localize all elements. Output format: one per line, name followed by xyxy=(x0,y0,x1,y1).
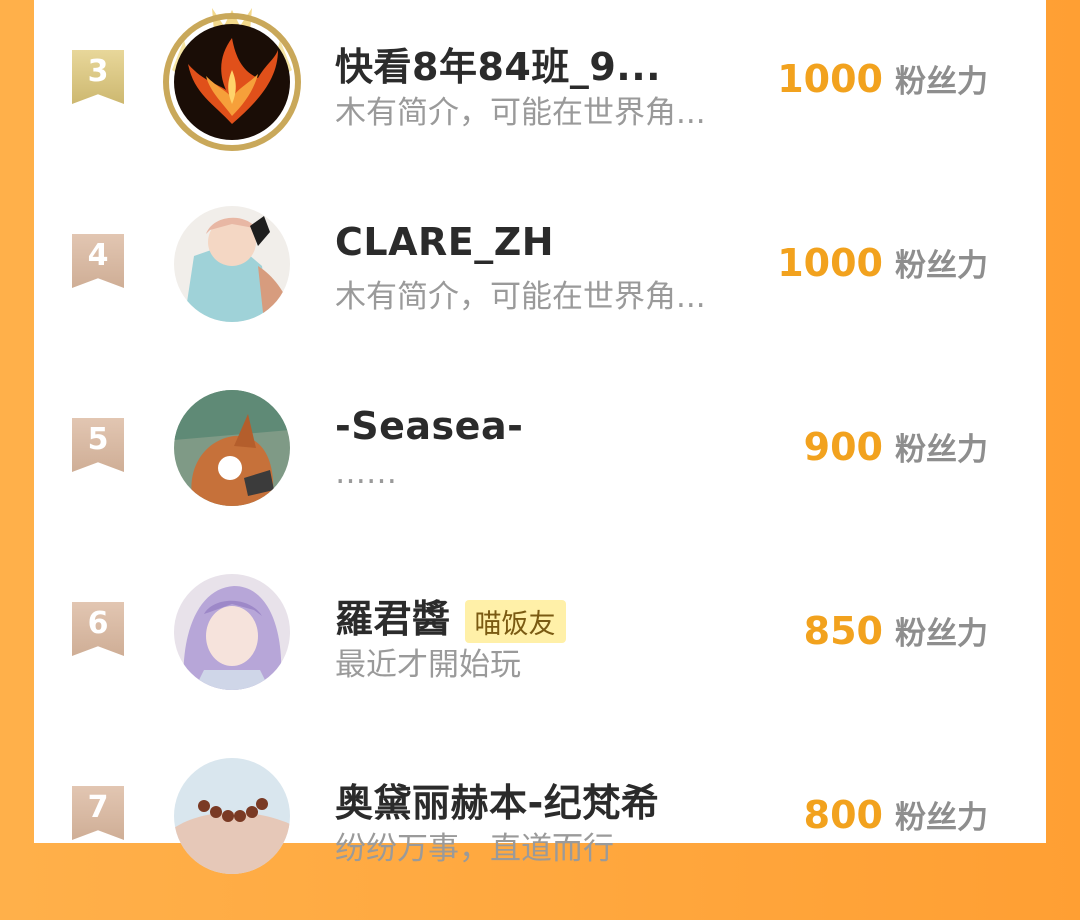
friend-tag: 喵饭友 xyxy=(464,600,566,643)
user-bio: 木有简介，可能在世界角... xyxy=(335,95,706,131)
score-value: 1000 xyxy=(777,241,883,285)
user-name[interactable]: 奥黛丽赫本-纪梵希 xyxy=(335,772,659,827)
user-name[interactable]: 羅君醬 喵饭友 xyxy=(335,588,566,643)
avatar-with-frame[interactable] xyxy=(163,8,301,151)
leaderboard-row[interactable]: 3 快看8年84班_9... 木有简介，可能在世界角... 1000 粉丝力 xyxy=(34,0,1046,184)
score-unit: 粉丝力 xyxy=(895,616,988,652)
rank-number: 7 xyxy=(87,790,109,825)
avatar-image xyxy=(174,206,290,322)
avatar[interactable] xyxy=(174,574,290,690)
score-unit: 粉丝力 xyxy=(895,248,988,284)
rank-badge: 5 xyxy=(72,418,124,472)
rank-number: 6 xyxy=(87,606,109,641)
avatar-image xyxy=(174,758,290,874)
rank-number: 3 xyxy=(87,54,109,89)
anime-girl-avatar-image xyxy=(174,206,290,322)
score-value: 900 xyxy=(803,425,883,469)
user-bio: …… xyxy=(335,455,397,491)
rank-badge: 4 xyxy=(72,234,124,288)
leaderboard-row[interactable]: 7 奥黛丽赫本-纪梵希 纷纷万事，直道而行 800 粉丝力 xyxy=(34,736,1046,920)
user-bio: 纷纷万事，直道而行 xyxy=(335,831,614,867)
phoenix-avatar-image xyxy=(174,24,290,140)
score-unit: 粉丝力 xyxy=(895,432,988,468)
score-value: 1000 xyxy=(777,57,883,101)
user-name[interactable]: -Seasea- xyxy=(335,404,523,448)
anime-girl-purple-hair-avatar-image xyxy=(174,574,290,690)
fan-power-score: 1000 粉丝力 xyxy=(777,56,988,101)
avatar[interactable] xyxy=(174,390,290,506)
score-value: 850 xyxy=(803,609,883,653)
fox-avatar-image xyxy=(174,390,290,506)
avatar-image xyxy=(174,574,290,690)
user-name-text: 羅君醬 xyxy=(335,597,451,641)
user-bio: 木有简介，可能在世界角... xyxy=(335,279,706,315)
fan-power-score: 900 粉丝力 xyxy=(804,424,988,469)
rank-badge: 6 xyxy=(72,602,124,656)
user-name[interactable]: CLARE_ZH xyxy=(335,220,554,264)
score-unit: 粉丝力 xyxy=(895,64,988,100)
fan-power-score: 1000 粉丝力 xyxy=(777,240,988,285)
avatar-image xyxy=(174,390,290,506)
rank-badge: 7 xyxy=(72,786,124,840)
user-bio: 最近才開始玩 xyxy=(335,647,521,683)
leaderboard-row[interactable]: 5 -Seasea- …… 900 粉丝力 xyxy=(34,368,1046,552)
rank-badge: 3 xyxy=(72,50,124,104)
score-unit: 粉丝力 xyxy=(895,800,988,836)
avatar[interactable] xyxy=(174,206,290,322)
rank-number: 4 xyxy=(87,238,109,273)
score-value: 800 xyxy=(803,793,883,837)
leaderboard-row[interactable]: 6 羅君醬 喵饭友 最近才開始玩 850 粉丝力 xyxy=(34,552,1046,736)
leaderboard-row[interactable]: 4 CLARE_ZH 木有简介，可能在世界角... 1000 粉丝力 xyxy=(34,184,1046,368)
user-name[interactable]: 快看8年84班_9... xyxy=(335,36,661,91)
fan-power-score: 850 粉丝力 xyxy=(804,608,988,653)
avatar[interactable] xyxy=(174,758,290,874)
prayer-beads-avatar-image xyxy=(174,758,290,874)
fan-power-score: 800 粉丝力 xyxy=(804,792,988,837)
avatar xyxy=(174,24,290,140)
rank-number: 5 xyxy=(87,422,109,457)
